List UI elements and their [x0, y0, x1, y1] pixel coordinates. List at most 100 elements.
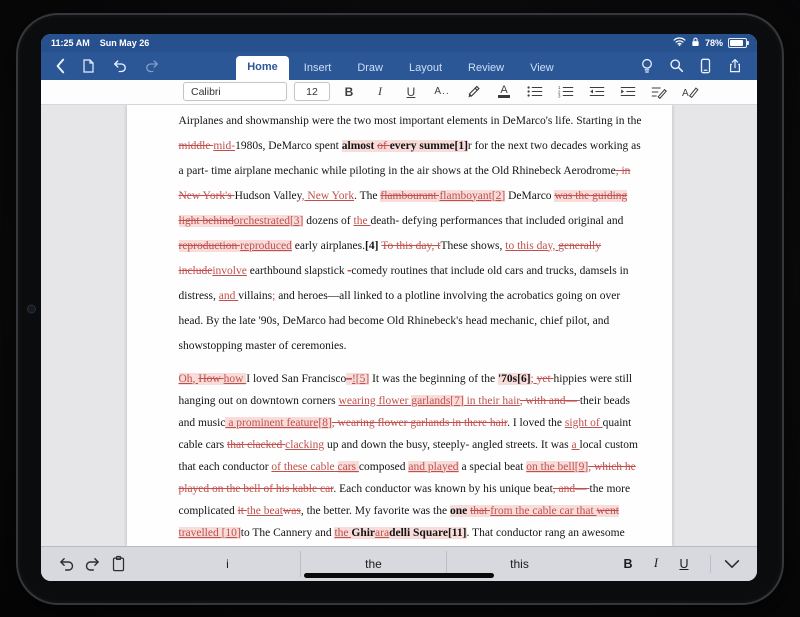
italic-button[interactable]: I: [368, 82, 392, 101]
text-run: yet: [537, 373, 554, 385]
bold-button[interactable]: B: [337, 82, 361, 101]
share-icon[interactable]: [727, 58, 743, 74]
bullet-list-button[interactable]: [523, 82, 547, 101]
status-date: Sun May 26: [100, 38, 150, 48]
text-run: reproduction: [179, 240, 241, 252]
home-indicator[interactable]: [304, 573, 494, 578]
text-run: '70s[6]: [498, 373, 531, 385]
battery-percent: 78%: [705, 38, 723, 48]
undo-button[interactable]: [112, 58, 128, 73]
search-icon[interactable]: [669, 58, 684, 73]
front-camera-icon: [27, 304, 36, 313]
text-run: was: [283, 505, 301, 517]
font-size-select[interactable]: 12: [294, 82, 330, 101]
decrease-indent-button[interactable]: [585, 82, 609, 101]
paste-clipboard-icon[interactable]: [105, 553, 131, 575]
text-run: a: [572, 439, 580, 451]
screen: 11:25 AM Sun May 26 78%: [41, 34, 757, 581]
text-run: [4]: [365, 240, 381, 252]
document-area: Airplanes and showmanship were the two m…: [41, 105, 757, 546]
separator: [710, 555, 711, 573]
styles-button[interactable]: A: [678, 82, 702, 101]
text-run: went: [597, 505, 619, 517]
tell-me-lightbulb-icon[interactable]: [641, 58, 653, 74]
highlight-color-button[interactable]: [461, 82, 485, 101]
document-page[interactable]: Airplanes and showmanship were the two m…: [127, 105, 672, 546]
text-run: reproduced: [240, 240, 292, 252]
keyboard-shortcut-bar: ithethis B I U: [41, 546, 757, 581]
increase-indent-button[interactable]: [616, 82, 640, 101]
bold-button-bottom[interactable]: B: [616, 553, 640, 575]
wifi-icon: [673, 37, 686, 48]
text-run: on the bell[9]: [526, 461, 588, 473]
text-run: wearing flower: [339, 395, 412, 407]
text-run: a special beat: [459, 461, 527, 473]
document-paragraph[interactable]: Oh, How how I loved San Francisco–![5] I…: [179, 368, 646, 546]
text-run: one: [450, 505, 470, 517]
export-file-icon[interactable]: [81, 58, 96, 74]
text-run: a prominent feature[8]: [225, 417, 331, 429]
text-run: How: [198, 373, 223, 385]
underline-button-bottom[interactable]: U: [672, 553, 696, 575]
undo-button-bottom[interactable]: [53, 553, 79, 575]
text-run: almost: [342, 140, 377, 152]
redo-button[interactable]: [144, 58, 160, 73]
text-run: every summe[1]: [390, 140, 468, 152]
back-button[interactable]: [55, 58, 65, 74]
text-run: Ghir: [351, 527, 375, 539]
text-run: dozens of: [303, 215, 353, 227]
text-run: flambourant: [380, 190, 439, 202]
numbered-list-button[interactable]: 123: [554, 82, 578, 101]
text-run: of these cable: [271, 461, 337, 473]
font-formatting-button[interactable]: A..: [430, 82, 454, 101]
text-run: ![5]: [352, 373, 369, 385]
tab-view[interactable]: View: [519, 57, 565, 80]
ribbon-tabs: HomeInsertDrawLayoutReviewView: [174, 52, 627, 80]
text-run: from the cable car that: [490, 505, 596, 517]
dismiss-toolbar-chevron-icon[interactable]: [719, 553, 745, 575]
underline-button[interactable]: U: [399, 82, 423, 101]
tab-home[interactable]: Home: [236, 56, 289, 80]
document-paragraph[interactable]: Airplanes and showmanship were the two m…: [179, 109, 646, 359]
svg-text:A: A: [682, 87, 689, 98]
text-run: it: [238, 505, 247, 517]
tab-draw[interactable]: Draw: [346, 57, 394, 80]
text-run: orchestrated[3]: [234, 215, 304, 227]
text-run: death- defying performances that include…: [370, 215, 623, 227]
text-run: , with and—: [520, 395, 580, 407]
text-run: to The Cannery and: [241, 527, 335, 539]
text-run: travelled [10]: [179, 527, 241, 539]
text-run: involve: [212, 265, 247, 277]
text-run: the: [354, 215, 371, 227]
orientation-lock-icon: [691, 37, 700, 49]
text-run: middle: [179, 140, 214, 152]
text-run: in their hair: [464, 395, 520, 407]
text-run: . Each conductor was known by his unique…: [333, 483, 552, 495]
text-run: 1980s, DeMarco spent: [235, 140, 342, 152]
font-name-select[interactable]: Calibri: [183, 82, 287, 101]
text-run: composed: [359, 461, 409, 473]
font-color-button[interactable]: A: [492, 82, 516, 101]
tab-review[interactable]: Review: [457, 57, 515, 80]
suggestion-i[interactable]: i: [155, 551, 300, 577]
text-run: and: [219, 290, 238, 302]
text-run: that: [470, 505, 490, 517]
text-run: the: [334, 527, 351, 539]
background: 11:25 AM Sun May 26 78%: [0, 0, 800, 617]
battery-icon: [728, 38, 747, 48]
text-run: , New York: [302, 190, 354, 202]
text-run: delli Square[11]: [389, 527, 466, 539]
mobile-view-icon[interactable]: [700, 58, 711, 74]
italic-button-bottom[interactable]: I: [644, 553, 668, 575]
text-run: cars: [338, 461, 359, 473]
text-run: villains: [238, 290, 272, 302]
paragraph-formatting-button[interactable]: [647, 82, 671, 101]
text-run: early airplanes.: [292, 240, 365, 252]
tab-insert[interactable]: Insert: [293, 57, 343, 80]
ipad-device: 11:25 AM Sun May 26 78%: [16, 13, 784, 605]
text-run: , and—: [553, 483, 590, 495]
redo-button-bottom[interactable]: [79, 553, 105, 575]
tab-layout[interactable]: Layout: [398, 57, 453, 80]
text-run: clacking: [285, 439, 324, 451]
status-time: 11:25 AM: [51, 38, 90, 48]
